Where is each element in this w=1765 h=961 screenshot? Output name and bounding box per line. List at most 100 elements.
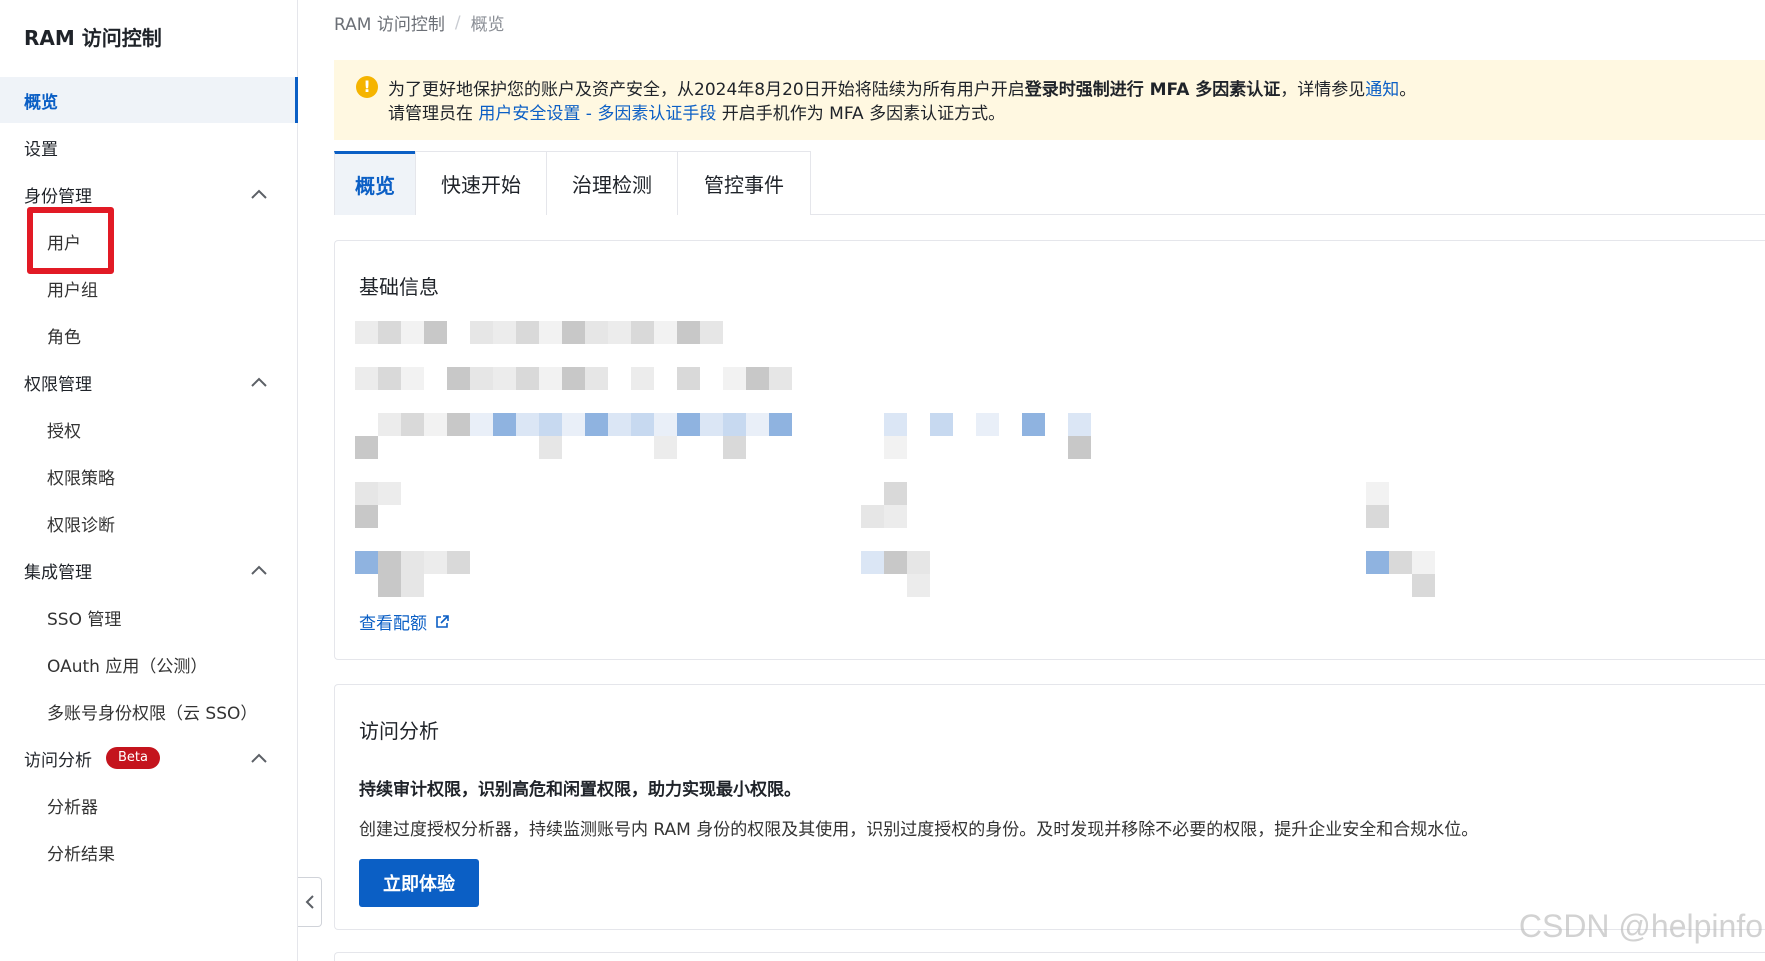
notice-text: 请管理员在 (388, 104, 479, 124)
sidebar-item-analysis-results[interactable]: 分析结果 (0, 829, 298, 875)
mosaic-block (585, 413, 608, 436)
mosaic-block (861, 505, 884, 528)
sidebar-item-user-groups[interactable]: 用户组 (0, 265, 298, 311)
mosaic-block (907, 574, 930, 597)
sidebar-item-analyzers[interactable]: 分析器 (0, 782, 298, 828)
mosaic-block (884, 551, 907, 574)
mosaic-block (355, 367, 378, 390)
mosaic-block (769, 413, 792, 436)
sidebar-item-oauth[interactable]: OAuth 应用（公测） (0, 641, 298, 687)
tab-quick-start[interactable]: 快速开始 (415, 151, 547, 215)
mosaic-block (1068, 436, 1091, 459)
mosaic-block (585, 367, 608, 390)
mosaic-block (1068, 413, 1091, 436)
sidebar-item-cloud-sso[interactable]: 多账号身份权限（云 SSO） (0, 688, 298, 734)
mosaic-block (378, 482, 401, 505)
sidebar-item-grants[interactable]: 授权 (0, 406, 298, 452)
chevron-up-icon (250, 749, 267, 763)
mosaic-block (378, 321, 401, 344)
next-card (334, 952, 1765, 961)
mosaic-block (493, 367, 516, 390)
chevron-up-icon (250, 185, 267, 199)
sidebar-group-integration[interactable]: 集成管理 (0, 547, 298, 593)
sidebar-group-access-analysis[interactable]: 访问分析 Beta (0, 735, 298, 781)
mosaic-block (1412, 551, 1435, 574)
sidebar-collapse-button[interactable] (298, 877, 322, 927)
chevron-up-icon (250, 561, 267, 575)
mosaic-block (861, 551, 884, 574)
notice-bold-text: 登录时强制进行 MFA 多因素认证 (1024, 80, 1281, 100)
mosaic-block (654, 413, 677, 436)
sidebar-group-permissions[interactable]: 权限管理 (0, 359, 298, 405)
mosaic-block (355, 505, 378, 528)
mosaic-block (976, 413, 999, 436)
breadcrumb: RAM 访问控制 / 概览 (334, 10, 505, 36)
mosaic-block (493, 321, 516, 344)
try-now-button[interactable]: 立即体验 (359, 859, 479, 907)
mosaic-block (585, 321, 608, 344)
mosaic-block (401, 367, 424, 390)
sidebar-item-label: 访问分析 (24, 750, 92, 771)
mfa-settings-link[interactable]: 用户安全设置 - 多因素认证手段 (478, 104, 716, 124)
sidebar-item-label: 授权 (47, 421, 81, 442)
sidebar-item-label: 概览 (24, 92, 58, 113)
notice-line-2: 请管理员在 用户安全设置 - 多因素认证手段 开启手机作为 MFA 多因素认证方… (388, 99, 1005, 124)
sidebar-item-label: 集成管理 (24, 562, 92, 583)
mosaic-block (746, 413, 769, 436)
sidebar-item-policies[interactable]: 权限策略 (0, 453, 298, 499)
mosaic-block (355, 321, 378, 344)
chevron-left-icon (305, 895, 314, 909)
access-analysis-heading: 持续审计权限，识别高危和闲置权限，助力实现最小权限。 (359, 780, 801, 800)
breadcrumb-current: 概览 (470, 15, 505, 35)
notice-link[interactable]: 通知 (1365, 80, 1399, 100)
mosaic-block (355, 436, 378, 459)
tab-governance[interactable]: 治理检测 (546, 151, 678, 215)
access-analysis-title: 访问分析 (359, 719, 439, 743)
mosaic-block (608, 413, 631, 436)
mosaic-block (470, 367, 493, 390)
pixelated-account-info (355, 321, 1755, 597)
access-analysis-description: 创建过度授权分析器，持续监测账号内 RAM 身份的权限及其使用，识别过度授权的身… (359, 820, 1479, 840)
sidebar-item-sso[interactable]: SSO 管理 (0, 594, 298, 640)
mosaic-block (677, 413, 700, 436)
mosaic-block (539, 321, 562, 344)
sidebar-item-settings[interactable]: 设置 (0, 124, 298, 170)
chevron-up-icon (250, 373, 267, 387)
sidebar-item-diagnosis[interactable]: 权限诊断 (0, 500, 298, 546)
mosaic-block (884, 413, 907, 436)
mosaic-block (539, 413, 562, 436)
mosaic-block (654, 321, 677, 344)
mosaic-block (516, 367, 539, 390)
mosaic-block (378, 413, 401, 436)
breadcrumb-root[interactable]: RAM 访问控制 (334, 10, 445, 35)
tab-events[interactable]: 管控事件 (677, 151, 811, 215)
sidebar-item-label: 用户 (47, 233, 81, 254)
sidebar-item-label: SSO 管理 (47, 609, 122, 630)
sidebar-item-roles[interactable]: 角色 (0, 312, 298, 358)
sidebar-group-identity[interactable]: 身份管理 (0, 171, 298, 217)
view-quota-link[interactable]: 查看配额 (359, 609, 449, 634)
mosaic-block (447, 551, 470, 574)
mosaic-block (539, 436, 562, 459)
mosaic-block (1412, 574, 1435, 597)
sidebar-item-label: 权限诊断 (47, 515, 115, 536)
mosaic-block (631, 367, 654, 390)
tab-overview[interactable]: 概览 (334, 151, 416, 215)
sidebar-item-label: 权限管理 (24, 374, 92, 395)
mosaic-block (631, 321, 654, 344)
external-link-icon (436, 614, 449, 628)
mosaic-block (1366, 505, 1389, 528)
mosaic-block (700, 413, 723, 436)
sidebar-item-label: 分析结果 (47, 844, 115, 865)
sidebar-item-users[interactable]: 用户 (0, 218, 298, 264)
mosaic-block (355, 551, 378, 574)
sidebar-item-overview[interactable]: 概览 (0, 77, 298, 123)
mosaic-block (1366, 482, 1389, 505)
mosaic-block (424, 321, 447, 344)
mosaic-block (677, 321, 700, 344)
access-analysis-card: 访问分析 持续审计权限，识别高危和闲置权限，助力实现最小权限。 创建过度授权分析… (334, 684, 1765, 930)
mosaic-block (746, 367, 769, 390)
mosaic-block (723, 367, 746, 390)
mosaic-block (401, 574, 424, 597)
mosaic-block (424, 551, 447, 574)
